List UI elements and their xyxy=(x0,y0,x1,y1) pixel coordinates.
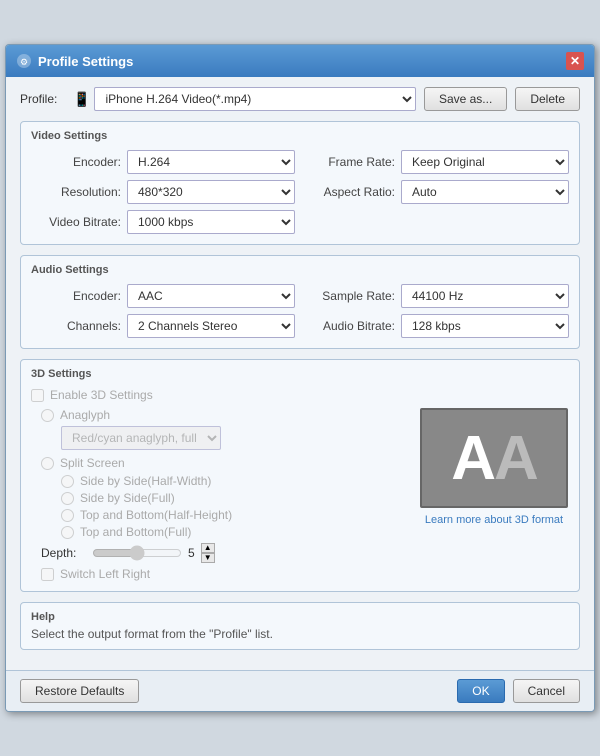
phone-icon: 📱 xyxy=(73,91,90,108)
anaglyph-label: Anaglyph xyxy=(60,408,110,422)
switch-left-right-label: Switch Left Right xyxy=(60,567,150,581)
profile-select[interactable]: iPhone H.264 Video(*.mp4) xyxy=(94,87,416,111)
profile-row: Profile: 📱 iPhone H.264 Video(*.mp4) Sav… xyxy=(20,87,580,111)
top-bottom-full-label: Top and Bottom(Full) xyxy=(80,525,191,539)
encoder-select[interactable]: H.264 xyxy=(127,150,295,174)
channels-select[interactable]: 2 Channels Stereo xyxy=(127,314,295,338)
encoder-label: Encoder: xyxy=(31,155,121,169)
side-by-half-row: Side by Side(Half-Width) xyxy=(61,474,409,488)
dialog-title: Profile Settings xyxy=(38,54,133,69)
top-bottom-half-radio[interactable] xyxy=(61,509,74,522)
video-settings-grid: Encoder: H.264 Frame Rate: Keep Original… xyxy=(31,150,569,234)
aspect-ratio-select[interactable]: Auto xyxy=(401,180,569,204)
three-d-preview-area: AA Learn more about 3D format xyxy=(419,408,569,581)
svg-text:⚙: ⚙ xyxy=(20,57,28,67)
audio-bitrate-label: Audio Bitrate: xyxy=(305,319,395,333)
audio-bitrate-row: Audio Bitrate: 128 kbps xyxy=(305,314,569,338)
save-as-button[interactable]: Save as... xyxy=(424,87,507,111)
frame-rate-label: Frame Rate: xyxy=(305,155,395,169)
frame-rate-row: Frame Rate: Keep Original xyxy=(305,150,569,174)
sample-rate-select[interactable]: 44100 Hz xyxy=(401,284,569,308)
title-bar: ⚙ Profile Settings ✕ xyxy=(6,45,594,77)
video-bitrate-select[interactable]: 1000 kbps xyxy=(127,210,295,234)
encoder-row: Encoder: H.264 xyxy=(31,150,295,174)
frame-rate-select[interactable]: Keep Original xyxy=(401,150,569,174)
side-by-full-row: Side by Side(Full) xyxy=(61,491,409,505)
cancel-button[interactable]: Cancel xyxy=(513,679,580,703)
help-text: Select the output format from the "Profi… xyxy=(31,627,569,641)
dialog-footer: Restore Defaults OK Cancel xyxy=(6,670,594,711)
side-by-full-radio[interactable] xyxy=(61,492,74,505)
depth-row: Depth: 5 ▲ ▼ xyxy=(41,543,409,563)
switch-left-right-checkbox[interactable] xyxy=(41,568,54,581)
aa-preview-text: AA xyxy=(451,423,537,494)
resolution-label: Resolution: xyxy=(31,185,121,199)
split-screen-label: Split Screen xyxy=(60,456,125,470)
audio-settings-section: Audio Settings Encoder: AAC Sample Rate:… xyxy=(20,255,580,349)
audio-encoder-row: Encoder: AAC xyxy=(31,284,295,308)
anaglyph-radio[interactable] xyxy=(41,409,54,422)
anaglyph-radio-row: Anaglyph xyxy=(41,408,409,422)
dialog-container: ⚙ Profile Settings ✕ Profile: 📱 iPhone H… xyxy=(5,44,595,712)
help-section: Help Select the output format from the "… xyxy=(20,602,580,650)
top-bottom-full-radio[interactable] xyxy=(61,526,74,539)
depth-label: Depth: xyxy=(41,546,86,560)
side-by-half-label: Side by Side(Half-Width) xyxy=(80,474,211,488)
profile-select-wrap: 📱 iPhone H.264 Video(*.mp4) xyxy=(73,87,416,111)
audio-settings-grid: Encoder: AAC Sample Rate: 44100 Hz Chann… xyxy=(31,284,569,338)
footer-right-buttons: OK Cancel xyxy=(457,679,580,703)
enable-3d-label: Enable 3D Settings xyxy=(50,388,153,402)
enable-3d-row: Enable 3D Settings xyxy=(31,388,569,402)
resolution-row: Resolution: 480*320 xyxy=(31,180,295,204)
app-icon: ⚙ xyxy=(16,53,32,69)
top-bottom-full-row: Top and Bottom(Full) xyxy=(61,525,409,539)
aspect-ratio-label: Aspect Ratio: xyxy=(305,185,395,199)
learn-more-link[interactable]: Learn more about 3D format xyxy=(425,514,563,526)
video-settings-section: Video Settings Encoder: H.264 Frame Rate… xyxy=(20,121,580,245)
three-d-content: Anaglyph Red/cyan anaglyph, full color S… xyxy=(31,408,569,581)
depth-up-button[interactable]: ▲ xyxy=(201,543,215,553)
top-bottom-half-label: Top and Bottom(Half-Height) xyxy=(80,508,232,522)
switch-left-right-row: Switch Left Right xyxy=(41,567,409,581)
sample-rate-label: Sample Rate: xyxy=(305,289,395,303)
audio-bitrate-select[interactable]: 128 kbps xyxy=(401,314,569,338)
audio-settings-title: Audio Settings xyxy=(31,264,569,276)
ok-button[interactable]: OK xyxy=(457,679,504,703)
split-screen-radio-row: Split Screen xyxy=(41,456,409,470)
depth-slider[interactable] xyxy=(92,545,182,561)
channels-row: Channels: 2 Channels Stereo xyxy=(31,314,295,338)
resolution-select[interactable]: 480*320 xyxy=(127,180,295,204)
three-d-section: 3D Settings Enable 3D Settings Anaglyph … xyxy=(20,359,580,592)
three-d-left: Anaglyph Red/cyan anaglyph, full color S… xyxy=(31,408,409,581)
aspect-ratio-row: Aspect Ratio: Auto xyxy=(305,180,569,204)
title-bar-left: ⚙ Profile Settings xyxy=(16,53,133,69)
video-bitrate-label: Video Bitrate: xyxy=(31,215,121,229)
close-button[interactable]: ✕ xyxy=(566,52,584,70)
restore-defaults-button[interactable]: Restore Defaults xyxy=(20,679,139,703)
channels-label: Channels: xyxy=(31,319,121,333)
video-bitrate-row: Video Bitrate: 1000 kbps xyxy=(31,210,295,234)
audio-encoder-label: Encoder: xyxy=(31,289,121,303)
help-title: Help xyxy=(31,611,569,623)
audio-encoder-select[interactable]: AAC xyxy=(127,284,295,308)
profile-label: Profile: xyxy=(20,92,65,106)
enable-3d-checkbox[interactable] xyxy=(31,389,44,402)
depth-spinner: ▲ ▼ xyxy=(201,543,215,563)
delete-button[interactable]: Delete xyxy=(515,87,580,111)
aa-preview: AA xyxy=(420,408,568,508)
side-by-half-radio[interactable] xyxy=(61,475,74,488)
side-by-full-label: Side by Side(Full) xyxy=(80,491,175,505)
depth-down-button[interactable]: ▼ xyxy=(201,553,215,563)
anaglyph-type-select[interactable]: Red/cyan anaglyph, full color xyxy=(61,426,221,450)
video-settings-title: Video Settings xyxy=(31,130,569,142)
split-screen-radio[interactable] xyxy=(41,457,54,470)
depth-value: 5 xyxy=(188,546,195,560)
sample-rate-row: Sample Rate: 44100 Hz xyxy=(305,284,569,308)
top-bottom-half-row: Top and Bottom(Half-Height) xyxy=(61,508,409,522)
three-d-title: 3D Settings xyxy=(31,368,569,380)
dialog-body: Profile: 📱 iPhone H.264 Video(*.mp4) Sav… xyxy=(6,77,594,670)
